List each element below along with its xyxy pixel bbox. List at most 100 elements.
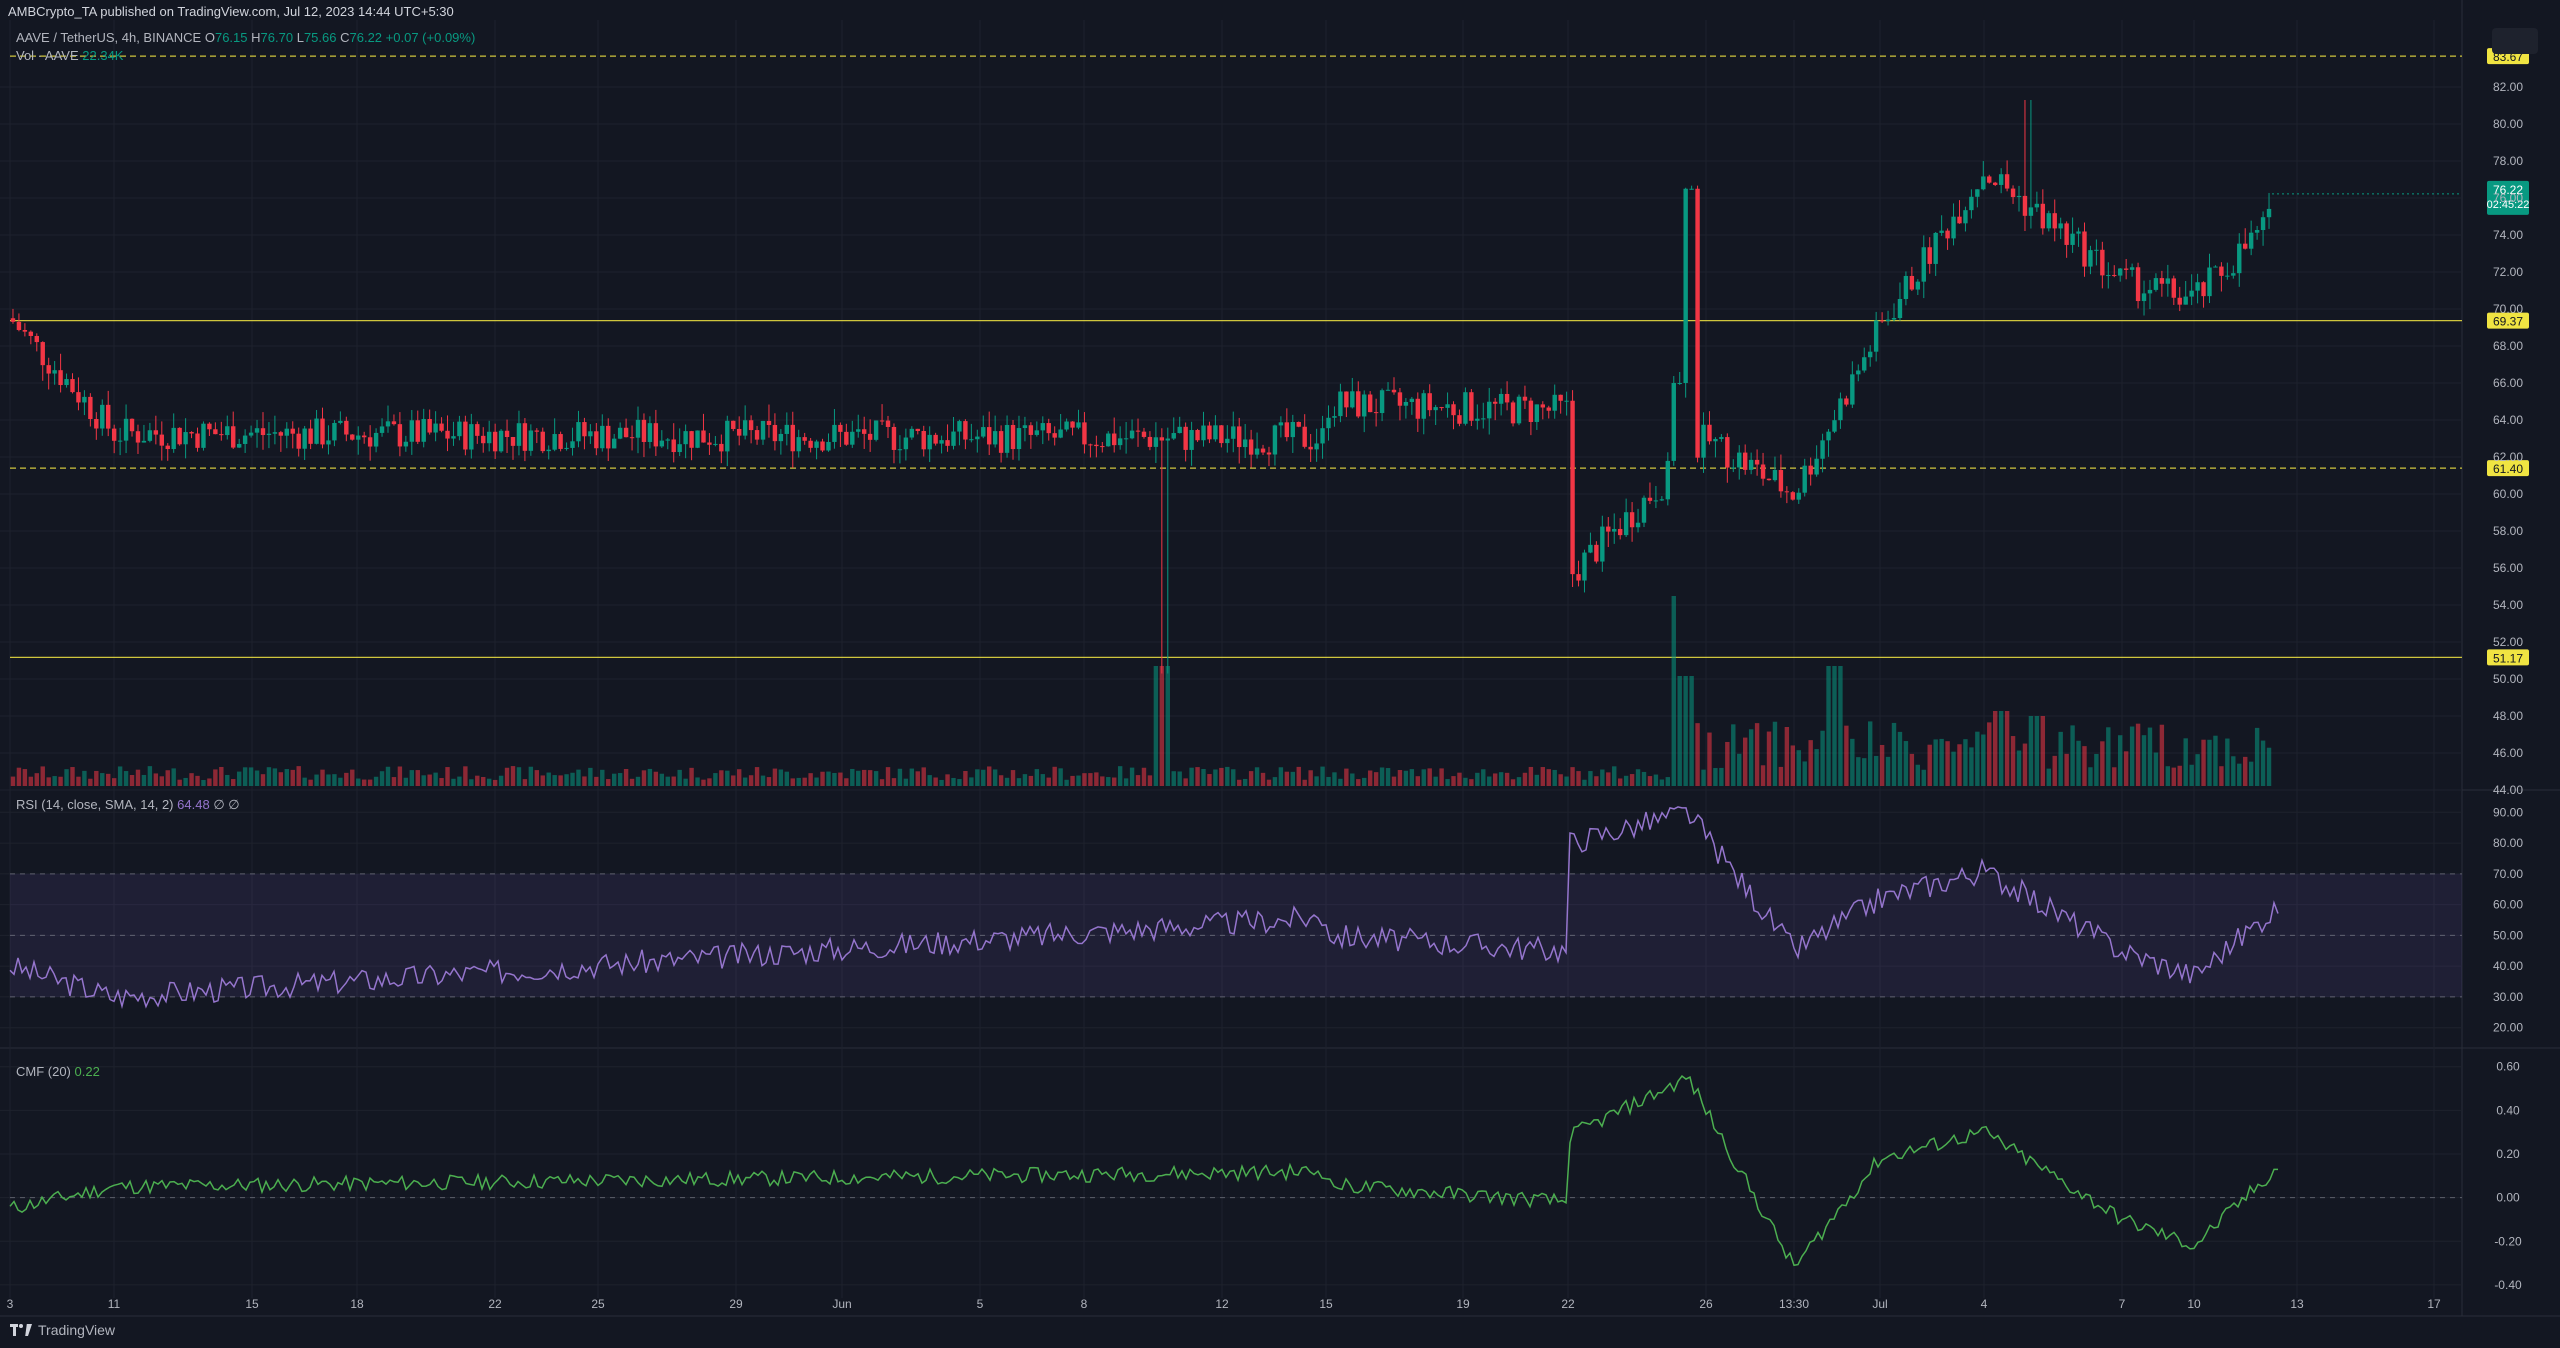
candle-body xyxy=(1350,391,1355,408)
volume-bar xyxy=(457,776,462,786)
candle-body xyxy=(391,421,397,425)
candle-body xyxy=(1582,552,1587,581)
volume-bar xyxy=(1153,666,1159,786)
candle-body xyxy=(2231,273,2236,276)
candle-body xyxy=(141,440,147,443)
volume-bar xyxy=(88,778,93,786)
candle-body xyxy=(1052,433,1057,438)
volume-bar xyxy=(1409,769,1415,786)
candle-body xyxy=(1344,391,1349,408)
candle-body xyxy=(2040,203,2046,229)
candle-body xyxy=(736,428,742,436)
candle-body xyxy=(2201,282,2206,297)
candle-body xyxy=(546,449,551,452)
rsi-tick-label: 90.00 xyxy=(2493,805,2523,819)
chart-options-button[interactable] xyxy=(2492,28,2538,54)
candle-body xyxy=(1671,383,1676,461)
candle-body xyxy=(1314,443,1319,450)
volume-bar xyxy=(1856,757,1861,786)
candle-body xyxy=(832,424,837,442)
candle-body xyxy=(1439,407,1444,409)
candle-body xyxy=(1064,421,1069,430)
volume-bar xyxy=(2207,739,2212,786)
time-tick-label: Jul xyxy=(1872,1297,1887,1311)
candle-body xyxy=(1921,247,1926,282)
symbol-legend: AAVE / TetherUS, 4h, BINANCE O76.15 H76.… xyxy=(16,30,475,45)
candle-body xyxy=(326,440,331,445)
time-tick-label: 5 xyxy=(977,1297,984,1311)
volume-bar xyxy=(2159,724,2165,786)
volume-bar xyxy=(1159,666,1165,786)
volume-bar xyxy=(1076,775,1081,786)
volume-bar xyxy=(1897,731,1903,786)
volume-bar xyxy=(623,768,629,786)
volume-bar xyxy=(1820,730,1825,786)
candle-body xyxy=(1040,423,1045,431)
candle-body xyxy=(629,437,635,439)
volume-bar xyxy=(367,779,373,786)
volume-bar xyxy=(653,771,659,786)
volume-bar xyxy=(195,775,200,786)
volume-bar xyxy=(350,769,355,786)
candle-body xyxy=(689,431,694,448)
candle-body xyxy=(1879,320,1885,322)
volume-bar xyxy=(385,766,391,786)
candle-body xyxy=(2266,208,2272,218)
candle-body xyxy=(1028,425,1034,435)
volume-bar xyxy=(713,773,718,786)
price-tick-label: 64.00 xyxy=(2493,413,2523,427)
trading-chart[interactable]: 83.6769.3761.4051.1776.2202:45:22 44.004… xyxy=(0,0,2560,1348)
candle-body xyxy=(1290,421,1295,438)
candle-body xyxy=(40,342,45,366)
volume-bar xyxy=(510,766,516,786)
volume-bar xyxy=(600,769,605,786)
volume-bar xyxy=(2189,764,2194,786)
candle-body xyxy=(969,439,974,441)
rsi-tick-label: 60.00 xyxy=(2493,898,2523,912)
volume-bar xyxy=(1719,767,1724,786)
candle-body xyxy=(1891,318,1897,320)
candle-body xyxy=(826,441,831,451)
volume-bar xyxy=(2052,755,2057,786)
candle-body xyxy=(2260,217,2266,231)
candle-body xyxy=(659,440,665,447)
candle-body xyxy=(123,418,129,441)
candle-body xyxy=(1076,422,1081,428)
volume-bar xyxy=(433,772,438,786)
volume-bar xyxy=(296,766,301,786)
candle-body xyxy=(1838,398,1843,421)
candle-body xyxy=(1463,392,1468,424)
volume-bar xyxy=(1266,779,1272,786)
volume-bar xyxy=(1796,750,1801,786)
candle-body xyxy=(2016,195,2022,198)
volume-bar xyxy=(373,776,379,786)
volume-bar xyxy=(1731,724,1736,786)
volume-bar xyxy=(873,771,879,786)
volume-bar xyxy=(1635,769,1641,786)
rsi-tick-label: 50.00 xyxy=(2493,928,2523,942)
volume-bar xyxy=(207,778,212,786)
candle-body xyxy=(421,418,426,442)
candle-body xyxy=(2237,243,2242,274)
volume-bar xyxy=(1284,771,1290,786)
candle-body xyxy=(1094,444,1099,447)
volume-bar xyxy=(2165,766,2171,786)
candle-body xyxy=(1284,422,1290,438)
volume-bar xyxy=(1939,738,1944,786)
volume-bar xyxy=(1385,768,1391,786)
candle-body xyxy=(1772,470,1778,481)
volume-bar xyxy=(2219,766,2224,786)
candle-body xyxy=(1254,448,1260,455)
candle-body xyxy=(1487,401,1492,419)
low-value: 75.66 xyxy=(303,30,337,45)
candle-body xyxy=(778,433,784,442)
volume-bar xyxy=(2243,756,2248,786)
volume-bar xyxy=(34,773,39,786)
rsi-value: 64.48 xyxy=(177,797,210,812)
candle-body xyxy=(1998,174,2004,185)
volume-bar xyxy=(1290,771,1295,786)
candle-body xyxy=(1010,424,1016,450)
volume-bar xyxy=(570,772,575,786)
candle-body xyxy=(2106,274,2111,276)
volume-bar xyxy=(629,778,635,786)
